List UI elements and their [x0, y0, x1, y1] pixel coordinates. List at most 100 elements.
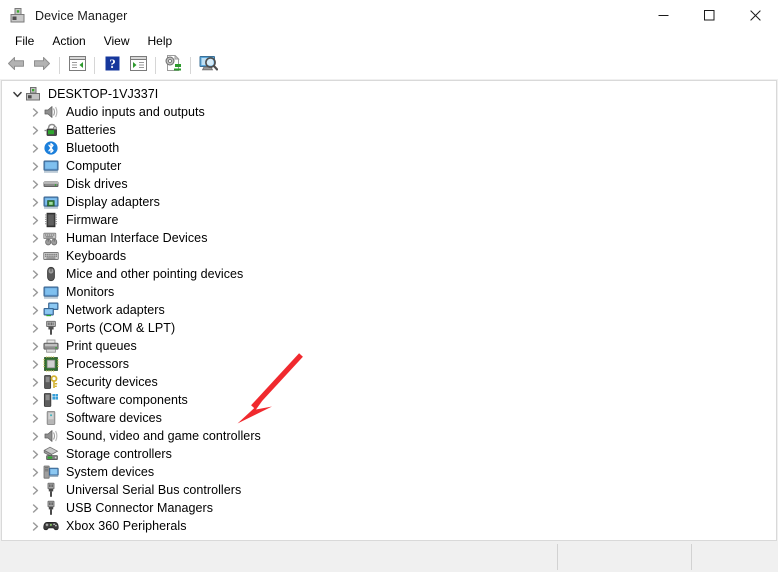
tree-item-label: Bluetooth — [66, 141, 120, 155]
tree-item-label: Network adapters — [66, 303, 165, 317]
chevron-right-icon[interactable] — [28, 247, 43, 265]
title-bar: Device Manager — [0, 0, 778, 31]
tree-item-network-adapters[interactable]: Network adapters — [2, 301, 776, 319]
tree-item-batteries[interactable]: Batteries — [2, 121, 776, 139]
tree-item-label: Print queues — [66, 339, 137, 353]
tree-item-label: Security devices — [66, 375, 158, 389]
forward-button[interactable] — [29, 54, 55, 77]
software-device-icon — [43, 410, 59, 426]
speaker-icon — [43, 104, 59, 120]
monitor-icon — [43, 158, 59, 174]
status-pane-2 — [558, 544, 692, 570]
scan-for-hardware-changes-button[interactable] — [195, 54, 221, 77]
chevron-right-icon[interactable] — [28, 499, 43, 517]
tree-item-processors[interactable]: Processors — [2, 355, 776, 373]
tree-item-label: Universal Serial Bus controllers — [66, 483, 242, 497]
chevron-right-icon[interactable] — [28, 355, 43, 373]
computer-node-icon — [25, 86, 41, 102]
back-arrow-icon — [7, 56, 25, 76]
usb-icon — [43, 500, 59, 516]
tree-item-display-adapters[interactable]: Display adapters — [2, 193, 776, 211]
chevron-right-icon[interactable] — [28, 121, 43, 139]
tree-item-system-devices[interactable]: System devices — [2, 463, 776, 481]
tree-item-monitors[interactable]: Monitors — [2, 283, 776, 301]
tree-item-software-devices[interactable]: Software devices — [2, 409, 776, 427]
tree-item-label: Software devices — [66, 411, 162, 425]
tree-item-print-queues[interactable]: Print queues — [2, 337, 776, 355]
tree-item-label: Processors — [66, 357, 130, 371]
chevron-right-icon[interactable] — [28, 391, 43, 409]
chevron-right-icon[interactable] — [28, 265, 43, 283]
menu-item-file[interactable]: File — [6, 32, 43, 51]
storage-controller-icon — [43, 446, 59, 462]
show-hide-console-tree-button[interactable] — [64, 54, 90, 77]
chevron-right-icon[interactable] — [28, 481, 43, 499]
chevron-right-icon[interactable] — [28, 517, 43, 535]
tree-item-security-devices[interactable]: Security devices — [2, 373, 776, 391]
tree-item-root[interactable]: DESKTOP-1VJ337I — [2, 85, 776, 103]
chevron-right-icon[interactable] — [28, 319, 43, 337]
tree-item-disk-drives[interactable]: Disk drives — [2, 175, 776, 193]
tree-item-label: Storage controllers — [66, 447, 172, 461]
tree-item-mice-and-other-pointing-devices[interactable]: Mice and other pointing devices — [2, 265, 776, 283]
chevron-right-icon[interactable] — [28, 175, 43, 193]
tree-item-computer[interactable]: Computer — [2, 157, 776, 175]
tree-item-storage-controllers[interactable]: Storage controllers — [2, 445, 776, 463]
chevron-right-icon[interactable] — [28, 283, 43, 301]
tree-item-sound-video-and-game-controllers[interactable]: Sound, video and game controllers — [2, 427, 776, 445]
chevron-right-icon[interactable] — [28, 229, 43, 247]
chevron-right-icon[interactable] — [28, 427, 43, 445]
menu-bar: File Action View Help — [0, 31, 778, 52]
tree-item-label: Firmware — [66, 213, 119, 227]
tree-item-usb-connector-managers[interactable]: USB Connector Managers — [2, 499, 776, 517]
title-bar-left: Device Manager — [0, 0, 640, 31]
chevron-right-icon[interactable] — [28, 139, 43, 157]
close-button[interactable] — [732, 0, 778, 31]
status-bar — [0, 544, 778, 570]
chevron-right-icon[interactable] — [28, 373, 43, 391]
tree-item-ports-com-and-lpt[interactable]: Ports (COM & LPT) — [2, 319, 776, 337]
chevron-right-icon[interactable] — [28, 193, 43, 211]
update-driver-icon — [164, 54, 182, 76]
tree-item-label: Computer — [66, 159, 122, 173]
tree-item-firmware[interactable]: Firmware — [2, 211, 776, 229]
device-tree-pane[interactable]: DESKTOP-1VJ337I Audio inputs and outputs — [1, 80, 777, 541]
tree-item-label: Human Interface Devices — [66, 231, 208, 245]
status-pane-3 — [692, 544, 778, 570]
tree-item-label: Sound, video and game controllers — [66, 429, 261, 443]
menu-item-action[interactable]: Action — [43, 32, 94, 51]
bluetooth-icon — [43, 140, 59, 156]
disk-drive-icon — [43, 176, 59, 192]
chevron-right-icon[interactable] — [28, 211, 43, 229]
maximize-button[interactable] — [686, 0, 732, 31]
chevron-down-icon[interactable] — [10, 85, 25, 103]
tree-item-bluetooth[interactable]: Bluetooth — [2, 139, 776, 157]
toolbar-separator-3 — [155, 57, 156, 74]
tree-item-human-interface-devices[interactable]: Human Interface Devices — [2, 229, 776, 247]
chevron-right-icon[interactable] — [28, 301, 43, 319]
help-button[interactable]: ? — [99, 54, 125, 77]
toolbar-separator-2 — [94, 57, 95, 74]
properties-button[interactable] — [125, 54, 151, 77]
chevron-right-icon[interactable] — [28, 445, 43, 463]
chevron-right-icon[interactable] — [28, 463, 43, 481]
software-component-icon — [43, 392, 59, 408]
port-connector-icon — [43, 320, 59, 336]
tree-item-audio-inputs-and-outputs[interactable]: Audio inputs and outputs — [2, 103, 776, 121]
menu-item-view[interactable]: View — [95, 32, 139, 51]
tree-item-label: Batteries — [66, 123, 116, 137]
tree-item-universal-serial-bus-controllers[interactable]: Universal Serial Bus controllers — [2, 481, 776, 499]
back-button[interactable] — [3, 54, 29, 77]
tree-item-software-components[interactable]: Software components — [2, 391, 776, 409]
menu-item-help[interactable]: Help — [139, 32, 182, 51]
window-controls — [640, 0, 778, 31]
tree-item-xbox-360-peripherals[interactable]: Xbox 360 Peripherals — [2, 517, 776, 535]
chevron-right-icon[interactable] — [28, 103, 43, 121]
minimize-button[interactable] — [640, 0, 686, 31]
update-driver-button[interactable] — [160, 54, 186, 77]
chevron-right-icon[interactable] — [28, 337, 43, 355]
tree-item-keyboards[interactable]: Keyboards — [2, 247, 776, 265]
chevron-right-icon[interactable] — [28, 157, 43, 175]
scan-for-hardware-changes-icon — [199, 55, 218, 76]
chevron-right-icon[interactable] — [28, 409, 43, 427]
